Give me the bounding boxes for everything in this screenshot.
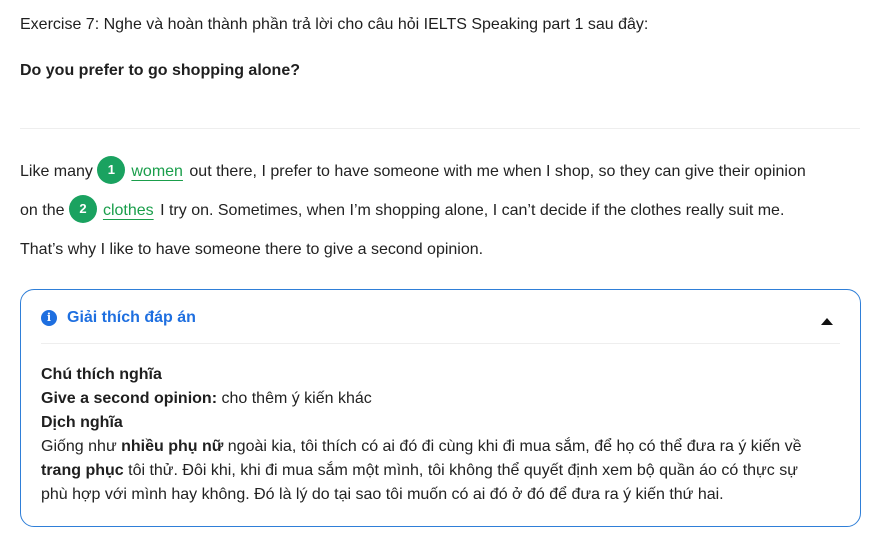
translation-text: ngoài kia, tôi thích có ai đó đi cùng kh… (223, 438, 802, 455)
passage-text: I try on. Sometimes, when I’m shopping a… (155, 202, 785, 219)
question-text: Do you prefer to go shopping alone? (20, 62, 300, 79)
passage-text: Like many (20, 163, 98, 180)
passage-line-2: on the 2 clothes I try on. Sometimes, whe… (20, 193, 865, 232)
explanation-body: Chú thích nghĩa Give a second opinion: c… (41, 363, 846, 507)
chevron-up-icon[interactable] (821, 318, 833, 325)
vocab-meaning: cho thêm ý kiến khác (217, 390, 372, 407)
vocab-heading: Chú thích nghĩa (41, 366, 162, 383)
translation-text: tôi thử. Đôi khi, khi đi mua sắm một mìn… (123, 462, 798, 479)
passage-text: on the (20, 202, 69, 219)
translation-line-3: phù hợp với mình hay không. Đó là lý do … (41, 486, 724, 503)
translation-highlight-1: nhiều phụ nữ (121, 438, 224, 455)
blank-number-badge-1: 1 (97, 156, 126, 185)
explanation-panel: i Giải thích đáp án Chú thích nghĩa Give… (20, 289, 861, 527)
translation-highlight-2: trang phục (41, 462, 124, 479)
translation-line-1: Giống như nhiều phụ nữ ngoài kia, tôi th… (41, 435, 846, 459)
divider (20, 128, 860, 129)
blank-answer-1[interactable]: women (131, 163, 183, 180)
translation-line-2: trang phục tôi thử. Đôi khi, khi đi mua … (41, 459, 846, 483)
info-icon: i (41, 309, 57, 326)
translation-heading: Dịch nghĩa (41, 414, 123, 431)
passage-line-3: That’s why I like to have someone there … (20, 241, 484, 258)
translation-text: Giống như (41, 438, 122, 455)
vocab-entry: Give a second opinion: cho thêm ý kiến k… (41, 387, 846, 411)
answer-passage: Like many 1 women out there, I prefer to … (20, 154, 865, 271)
blank-number-badge-2: 2 (68, 195, 97, 224)
exercise-title: Exercise 7: Nghe và hoàn thành phần trả … (20, 16, 649, 33)
passage-line-1: Like many 1 women out there, I prefer to … (20, 154, 865, 193)
blank-answer-2[interactable]: clothes (103, 202, 154, 219)
explanation-toggle[interactable]: i Giải thích đáp án (21, 290, 860, 345)
panel-divider (41, 343, 840, 344)
explanation-title: Giải thích đáp án (67, 308, 196, 326)
vocab-term: Give a second opinion: (41, 390, 218, 407)
passage-text: out there, I prefer to have someone with… (184, 163, 806, 180)
